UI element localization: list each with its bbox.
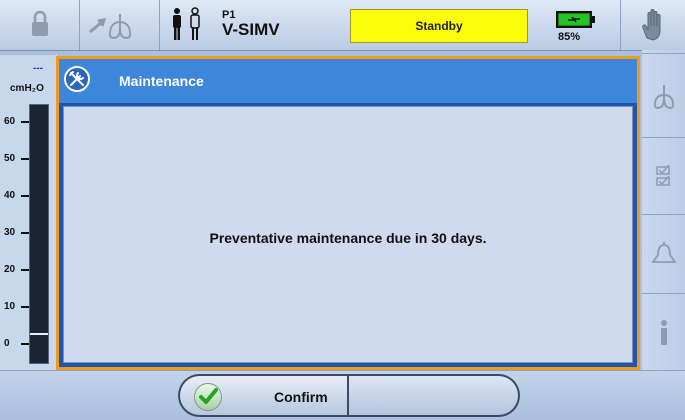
top-bar: P1 V-SIMV Standby 85% bbox=[0, 0, 685, 51]
gauge-tick-mark bbox=[21, 268, 29, 271]
patient-mode-area[interactable]: P1 V-SIMV bbox=[160, 0, 347, 50]
gauge-tick-mark bbox=[21, 121, 29, 124]
checklist-button[interactable] bbox=[642, 137, 685, 214]
info-button[interactable] bbox=[642, 293, 685, 370]
confirm-button[interactable]: Confirm bbox=[178, 374, 348, 417]
gauge-tick-mark bbox=[21, 342, 29, 345]
gauge-bar bbox=[29, 104, 49, 364]
confirm-label: Confirm bbox=[274, 389, 328, 405]
lock-icon bbox=[32, 10, 48, 36]
gauge-tick-label: 10 bbox=[4, 300, 16, 312]
status-area: Standby bbox=[347, 0, 532, 50]
bottom-bar: Confirm bbox=[0, 370, 685, 420]
maintenance-dialog: Maintenance Preventative maintenance due… bbox=[56, 56, 640, 370]
patient-icon bbox=[173, 7, 200, 40]
secondary-button[interactable] bbox=[348, 374, 520, 417]
gauge-tick-label: 30 bbox=[4, 227, 16, 238]
alarms-button[interactable] bbox=[642, 214, 685, 293]
gauge-tick-label: 0 bbox=[4, 337, 10, 349]
dialog-body: Preventative maintenance due in 30 days. bbox=[63, 106, 633, 363]
maintenance-message: Preventative maintenance due in 30 days. bbox=[209, 230, 487, 246]
lock-button[interactable] bbox=[0, 0, 80, 50]
battery-icon bbox=[556, 11, 595, 28]
hand-icon bbox=[642, 9, 661, 41]
status-text: Standby bbox=[415, 19, 463, 33]
gauge-tick-mark bbox=[21, 232, 29, 234]
lung-arrow-icon bbox=[89, 14, 132, 39]
lung-sequence-button[interactable] bbox=[80, 0, 160, 50]
wrench-icon bbox=[64, 66, 90, 92]
checklist-icon bbox=[655, 164, 670, 186]
battery-percent: 85% bbox=[558, 31, 581, 43]
dialog-title: Maintenance bbox=[119, 73, 204, 89]
lungs-icon bbox=[653, 84, 674, 109]
dialog-header: Maintenance bbox=[59, 59, 637, 103]
gauge-tick-mark bbox=[21, 158, 29, 161]
gauge-tick-label: 60 bbox=[4, 116, 16, 128]
gauge-tick-mark bbox=[21, 305, 29, 308]
alarm-silence-button[interactable] bbox=[621, 0, 685, 50]
lungs-button[interactable] bbox=[642, 53, 685, 137]
pressure-gauge: --- cmH₂O 60 50 40 30 20 10 0 bbox=[0, 55, 59, 370]
gauge-tick-label: 40 bbox=[4, 190, 16, 202]
gauge-tick-label: 20 bbox=[4, 263, 16, 275]
status-indicator: Standby bbox=[350, 9, 528, 43]
battery-area: 85% bbox=[532, 0, 621, 50]
gauge-tick-label: 50 bbox=[4, 153, 16, 165]
checkmark-icon bbox=[194, 383, 222, 411]
ventilation-mode: V-SIMV bbox=[222, 20, 280, 39]
info-icon bbox=[660, 320, 667, 345]
bell-icon bbox=[650, 242, 677, 263]
gauge-tick-mark bbox=[21, 195, 29, 198]
gauge-value: --- bbox=[33, 63, 43, 74]
gauge-unit: cmH₂O bbox=[10, 83, 44, 94]
gauge-level-marker bbox=[30, 332, 48, 335]
